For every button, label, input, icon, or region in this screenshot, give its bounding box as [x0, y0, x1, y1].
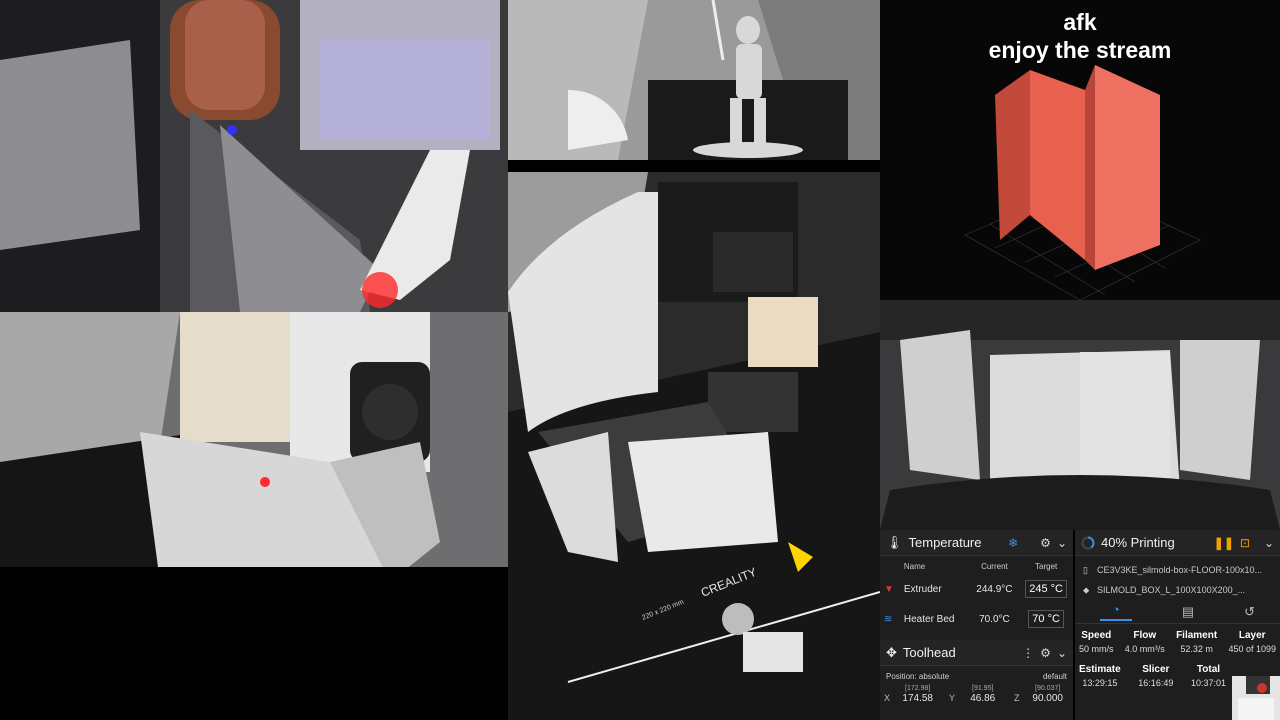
extruder-name: Extruder [903, 583, 942, 595]
progress-ring-icon [1081, 536, 1095, 549]
position-mode: Position: absolute [886, 672, 950, 681]
status-tabs: ◔ ▤ ↺ [1075, 600, 1280, 624]
toolhead-chevron-icon[interactable]: ⌄ [1057, 646, 1067, 660]
speed-label: Speed [1081, 630, 1112, 641]
afk-label: afk [1063, 9, 1097, 35]
nozzle-camera-feed [0, 0, 508, 312]
webcam-thumbnail[interactable] [1232, 676, 1280, 720]
total-value: 10:37:01 [1190, 678, 1226, 688]
heater-bed-icon: ≋ [884, 613, 893, 625]
move-icon: ✥ [886, 644, 897, 660]
slicer-value: 16:16:49 [1138, 678, 1174, 688]
stream-layout: CREALITY 220 x 220 mm afk enjoy the stre… [0, 0, 1280, 720]
estimate-value: 13:29:15 [1082, 678, 1118, 688]
print-stats: Speed 50 mm/s Flow 4.0 mm³/s Filament 52.32… [1075, 630, 1280, 654]
miniature-camera-feed [508, 0, 880, 160]
extruder-current: 244.9°C [976, 583, 1013, 595]
toolhead-header: ✥ Toolhead ⋮ ⚙ ⌄ [880, 640, 1073, 666]
heater-bed-row: ≋ Heater Bed 70.0°C 70 °C [880, 602, 1073, 636]
toolhead-gear-icon[interactable]: ⚙ [1040, 646, 1051, 660]
speed-value: 50 mm/s [1079, 644, 1114, 654]
temperature-table-header: Name Current Target [880, 556, 1073, 576]
filament-label: Filament [1176, 630, 1218, 641]
exclude-object-icon[interactable]: ⊡ [1240, 536, 1250, 550]
z-axis-label: Z [1014, 693, 1020, 703]
layer-label: Layer [1238, 630, 1266, 641]
temperature-header: 🌡 Temperature ❄ ⚙ ⌄ [880, 530, 1073, 556]
heater-bed-name: Heater Bed [903, 613, 955, 625]
file-row-2: ⬥ SILMOLD_BOX_L_100X100X200_... [1075, 580, 1280, 600]
enjoy-stream-label: enjoy the stream [988, 37, 1172, 63]
model-preview: afk enjoy the stream [880, 0, 1280, 300]
x-commanded: [172.98] [905, 684, 931, 692]
chevron-down-icon[interactable]: ⌄ [1057, 536, 1067, 550]
status-panel: 40% Printing ❚❚ ⊡ ⌄ ▯ CE3V3KE_silmold-bo… [1075, 530, 1280, 720]
extruder-icon: ▼ [884, 583, 894, 595]
tab-status[interactable]: ◔ [1099, 602, 1132, 621]
x-axis-label: X [884, 693, 891, 703]
temperature-title: Temperature [908, 535, 982, 550]
layer-value: 450 of 1099 [1228, 644, 1276, 654]
extruder-target-input[interactable]: 245 °C [1025, 580, 1067, 598]
heater-bed-target-input[interactable]: 70 °C [1028, 610, 1064, 628]
thermometer-icon: 🌡 [886, 534, 903, 550]
coordinates-row: X [172.98] 174.58 Y [91.95] 46.86 Z [90.03… [880, 684, 1073, 709]
col-name: Name [903, 561, 926, 571]
tab-files[interactable]: ▤ [1182, 604, 1194, 620]
tab-history[interactable]: ↺ [1244, 604, 1255, 620]
filament-value: 52.32 m [1180, 644, 1213, 654]
z-commanded: [90.037] [1035, 684, 1061, 692]
object-name: SILMOLD_BOX_L_100X100X200_... [1097, 585, 1246, 595]
heater-bed-current: 70.0°C [979, 613, 1010, 625]
status-header: 40% Printing ❚❚ ⊡ ⌄ [1075, 530, 1280, 556]
gear-icon[interactable]: ⚙ [1040, 536, 1051, 550]
object-icon: ⬥ [1083, 584, 1090, 595]
status-chevron-icon[interactable]: ⌄ [1264, 536, 1274, 550]
mode-label[interactable]: default [1043, 672, 1067, 681]
total-label: Total [1196, 664, 1221, 675]
slicer-label: Slicer [1142, 664, 1170, 675]
y-commanded: [91.95] [972, 684, 994, 692]
flow-label: Flow [1133, 630, 1157, 641]
toolhead-title: Toolhead [902, 645, 956, 660]
y-axis-label: Y [949, 693, 956, 703]
z-position: 90.000 [1032, 692, 1063, 704]
model-shape [995, 65, 1160, 270]
more-icon[interactable]: ⋮ [1022, 646, 1034, 660]
flow-value: 4.0 mm³/s [1124, 644, 1165, 654]
hotend-camera-feed: CREALITY 220 x 220 mm [508, 172, 880, 720]
estimate-label: Estimate [1079, 664, 1121, 675]
pause-icon[interactable]: ❚❚ [1214, 536, 1234, 550]
temperature-panel: 🌡 Temperature ❄ ⚙ ⌄ Name Current Target … [880, 530, 1073, 720]
snowflake-icon[interactable]: ❄ [1008, 536, 1018, 550]
fan-camera-feed [0, 312, 508, 582]
position-row: Position: absolute default [880, 666, 1073, 681]
x-position: 174.58 [902, 692, 933, 704]
col-target: Target [1035, 561, 1058, 571]
extruder-row: ▼ Extruder 244.9°C 245 °C [880, 576, 1073, 602]
file-row-1: ▯ CE3V3KE_silmold-box-FLOOR-100x10... [1075, 560, 1280, 580]
gcode-filename: CE3V3KE_silmold-box-FLOOR-100x10... [1097, 565, 1263, 575]
front-camera-feed [880, 300, 1280, 530]
col-current: Current [981, 561, 1008, 571]
file-icon: ▯ [1083, 564, 1088, 575]
y-position: 46.86 [970, 692, 996, 704]
status-title: 40% Printing [1101, 535, 1175, 550]
